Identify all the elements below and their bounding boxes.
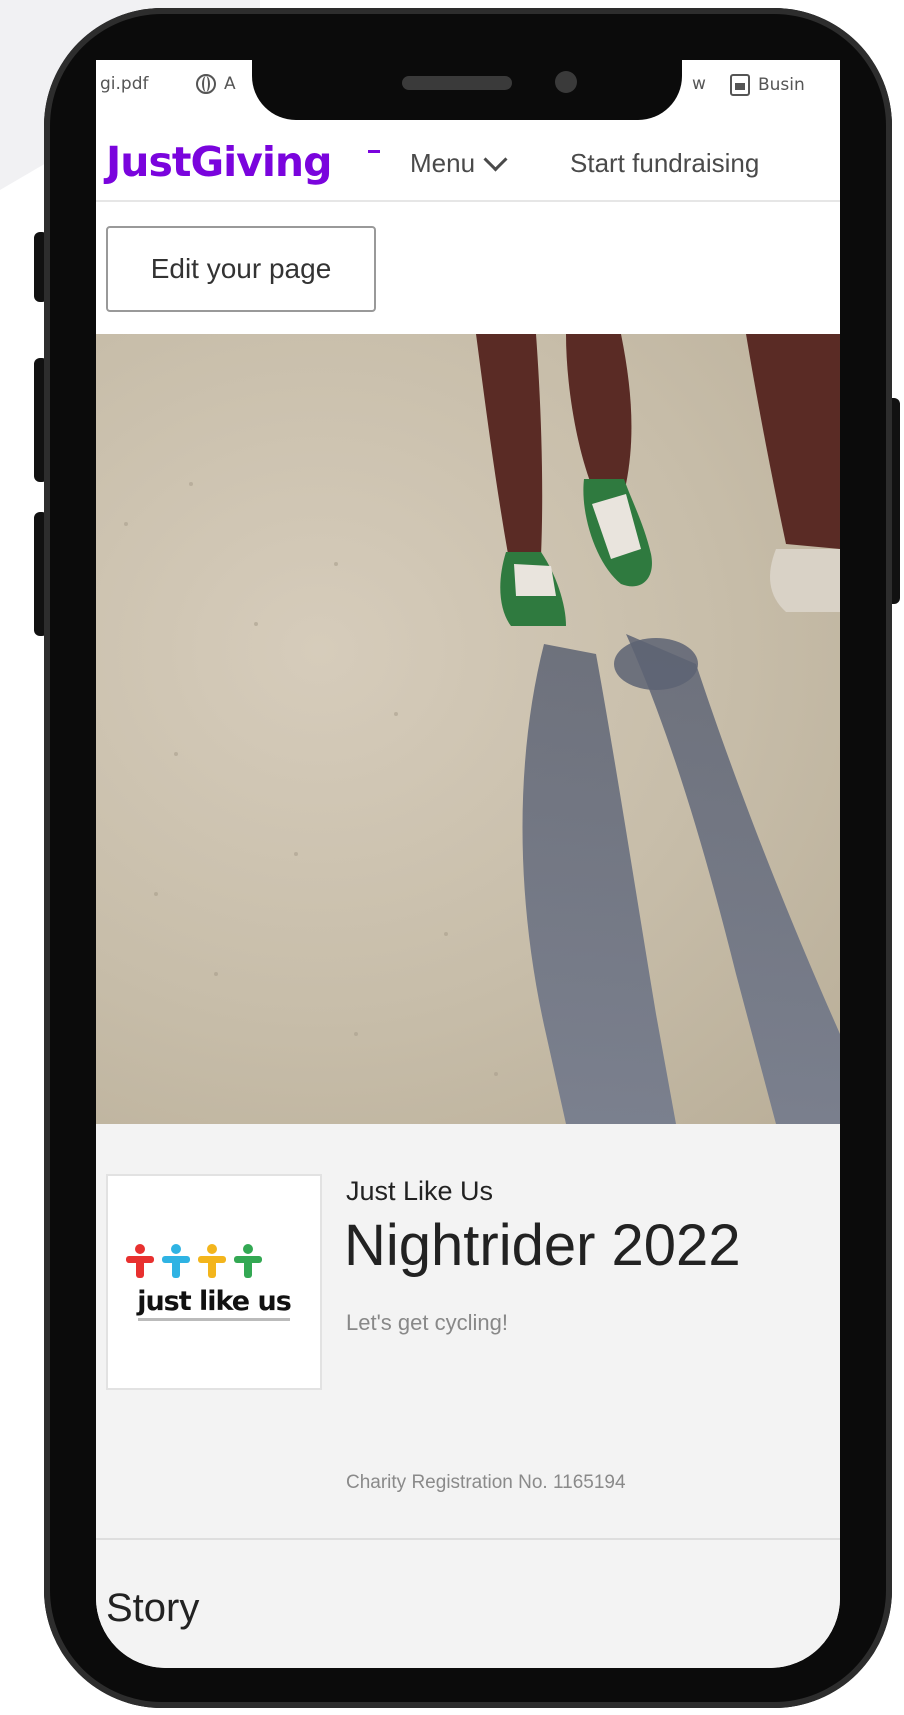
fundraiser-info-panel: just like us Just Like Us Nightrider 202… — [96, 1124, 840, 1668]
hero-image — [96, 334, 840, 1124]
charity-registration: Charity Registration No. 1165194 — [346, 1472, 626, 1493]
section-divider — [96, 1538, 840, 1540]
edit-page-button[interactable]: Edit your page — [106, 226, 376, 312]
bookmark-business[interactable]: Busin — [730, 74, 805, 96]
charity-logo-text: just like us — [137, 1286, 292, 1317]
page-tagline: Let's get cycling! — [346, 1310, 508, 1335]
figure-icon — [126, 1244, 154, 1278]
figure-icon — [162, 1244, 190, 1278]
logo-trademark-mark — [368, 150, 380, 153]
menu-label: Menu — [410, 148, 476, 178]
bookmark-w[interactable]: w — [692, 74, 706, 94]
figure-icon — [198, 1244, 226, 1278]
bookmark-label: Busin — [758, 75, 805, 95]
camera-icon — [555, 71, 577, 93]
menu-dropdown[interactable]: Menu — [410, 147, 508, 179]
bookmark-label: w — [692, 74, 706, 94]
start-fundraising-link[interactable]: Start fundraising — [570, 148, 759, 179]
phone-screen: gi.pdf A w Busin JustGiving Menu Start f… — [96, 60, 840, 1668]
mockup-stage: gi.pdf A w Busin JustGiving Menu Start f… — [0, 0, 904, 1715]
page-title: Nightrider 2022 — [344, 1213, 741, 1278]
charity-logo-figures — [126, 1244, 262, 1278]
bookmark-a[interactable]: A — [196, 74, 236, 94]
phone-notch — [252, 58, 682, 120]
charity-name[interactable]: Just Like Us — [346, 1176, 493, 1207]
chevron-down-icon — [483, 147, 508, 172]
runner-photo — [124, 334, 840, 1124]
globe-icon — [196, 74, 216, 94]
site-header: JustGiving Menu Start fundraising — [96, 112, 840, 202]
story-heading: Story — [106, 1586, 200, 1630]
figure-icon — [234, 1244, 262, 1278]
justgiving-logo[interactable]: JustGiving — [106, 138, 332, 186]
speaker-grille — [402, 76, 512, 90]
bookmark-pdf[interactable]: gi.pdf — [100, 74, 149, 94]
bookmark-label: A — [224, 74, 236, 94]
bookmark-label: gi.pdf — [100, 74, 149, 94]
document-icon — [730, 74, 750, 96]
charity-logo[interactable]: just like us — [106, 1174, 322, 1390]
charity-logo-tagline-line — [138, 1318, 290, 1321]
